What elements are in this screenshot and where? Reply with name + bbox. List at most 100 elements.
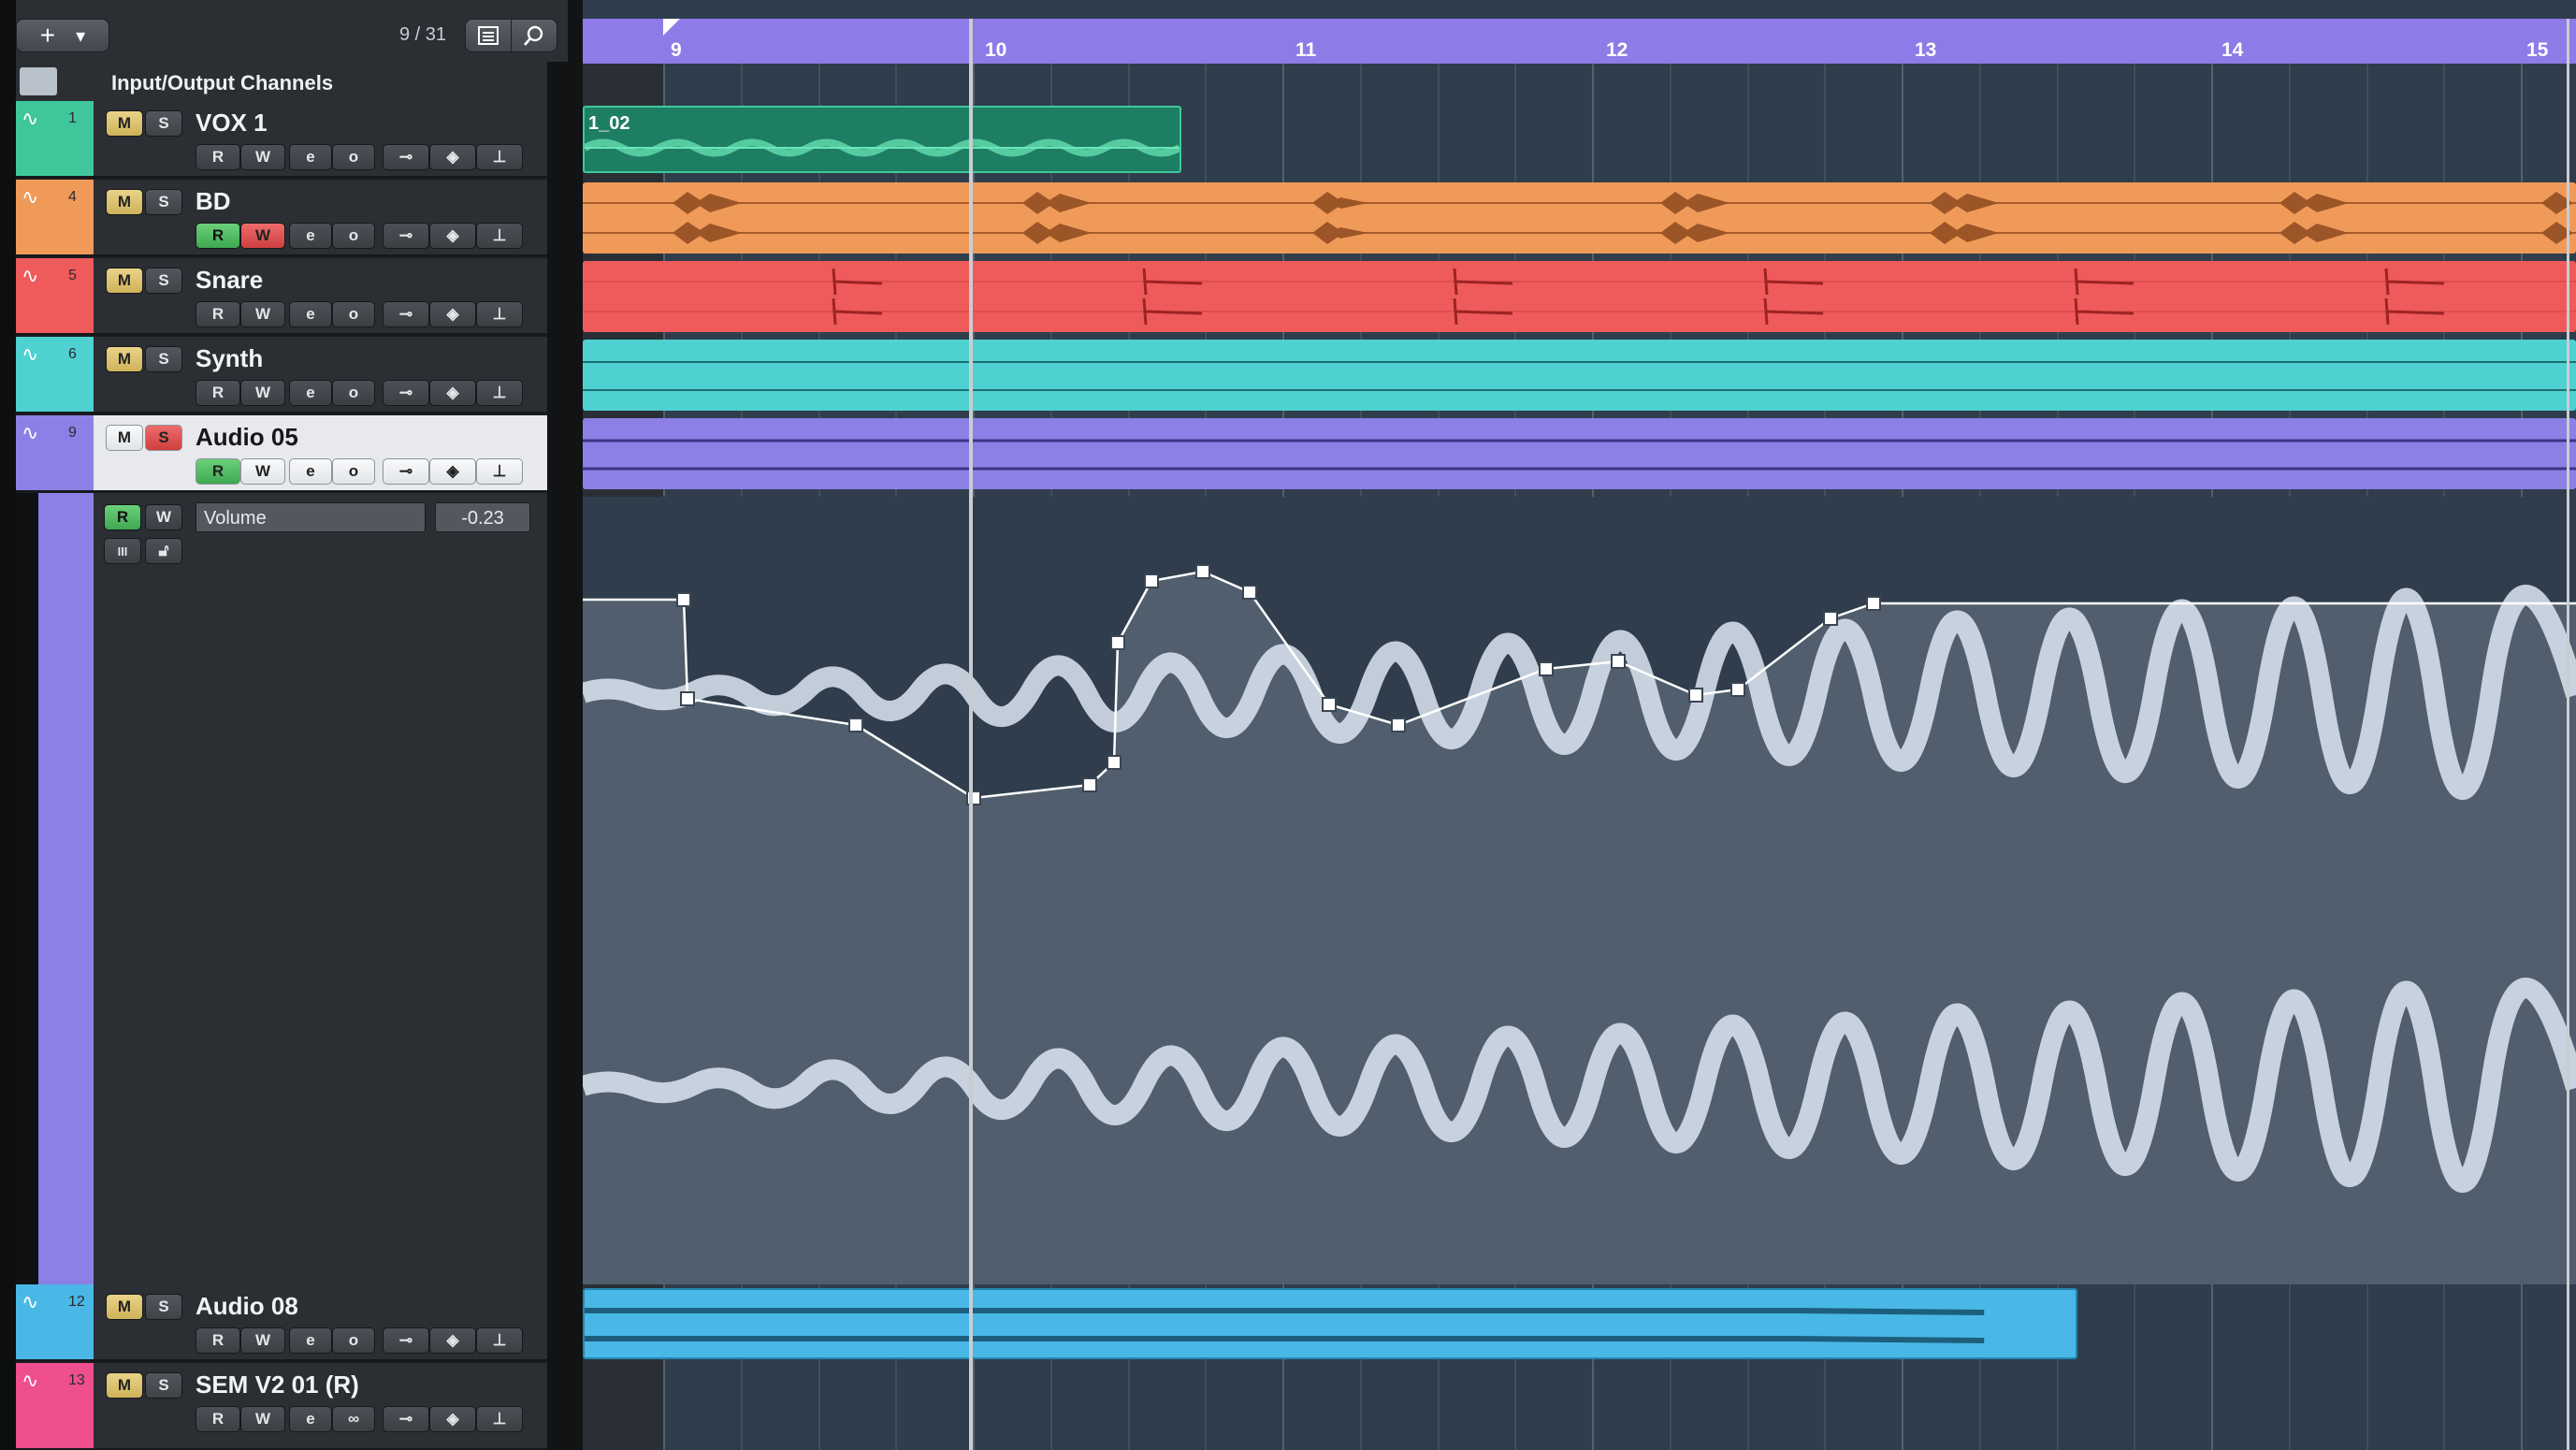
automation-point[interactable] bbox=[1322, 697, 1337, 712]
volume-automation-curve[interactable] bbox=[583, 497, 2576, 1284]
write-automation-button[interactable]: W bbox=[240, 380, 285, 406]
unlock-icon[interactable]: 🔓︎ bbox=[145, 538, 182, 564]
automation-point[interactable] bbox=[1107, 755, 1122, 770]
lock-icon[interactable]: ⊸ bbox=[383, 301, 429, 327]
input-output-channels-folder[interactable]: Input/Output Channels bbox=[16, 62, 568, 103]
project-cursor[interactable] bbox=[969, 19, 973, 1450]
track-name[interactable]: VOX 1 bbox=[195, 109, 268, 138]
automation-icon[interactable]: ◈ bbox=[429, 144, 476, 170]
audio-event-vox1[interactable]: 1_02 bbox=[583, 106, 1181, 173]
automation-point[interactable] bbox=[1730, 682, 1745, 697]
automation-point[interactable] bbox=[1144, 573, 1159, 588]
track-sem-v2[interactable]: ∿ 13 M S SEM V2 01 (R) R W e ∞ ⊸ ◈ ⊥ bbox=[16, 1363, 568, 1450]
edit-channel-button[interactable]: e bbox=[289, 458, 332, 485]
track-audio05[interactable]: ∿ 9 M S Audio 05 R W e o ⊸ ◈ ⊥ bbox=[16, 415, 568, 492]
read-automation-button[interactable]: R bbox=[195, 223, 240, 249]
automation-value-field[interactable]: -0.23 bbox=[435, 502, 530, 532]
monitor-button[interactable]: o bbox=[332, 380, 375, 406]
automation-point[interactable] bbox=[1688, 688, 1703, 703]
lanes-icon[interactable]: ⊥ bbox=[476, 223, 523, 249]
edit-channel-button[interactable]: e bbox=[289, 144, 332, 170]
mute-button[interactable]: M bbox=[106, 1372, 143, 1399]
automation-icon[interactable]: ◈ bbox=[429, 223, 476, 249]
solo-button[interactable]: S bbox=[145, 268, 182, 294]
timeline-ruler[interactable]: 9 10 11 12 13 14 15 bbox=[583, 19, 2576, 64]
automation-icon[interactable]: ◈ bbox=[429, 301, 476, 327]
lock-icon[interactable]: ⊸ bbox=[383, 458, 429, 485]
automation-lane[interactable] bbox=[583, 497, 2576, 1284]
solo-button[interactable]: S bbox=[145, 346, 182, 372]
track-name[interactable]: Snare bbox=[195, 266, 263, 295]
left-locator-marker[interactable] bbox=[663, 19, 680, 36]
automation-icon[interactable]: ◈ bbox=[429, 380, 476, 406]
automation-icon[interactable]: ◈ bbox=[429, 1327, 476, 1354]
edit-channel-button[interactable]: e bbox=[289, 1406, 332, 1432]
mute-button[interactable]: M bbox=[106, 1294, 143, 1320]
write-automation-button[interactable]: W bbox=[240, 144, 285, 170]
automation-track-volume[interactable]: R W III 🔓︎ Volume -0.23 bbox=[16, 493, 568, 1286]
read-automation-button[interactable]: R bbox=[195, 458, 240, 485]
automation-point[interactable] bbox=[1195, 564, 1210, 579]
splitter[interactable] bbox=[568, 0, 583, 1450]
automation-lanes-button[interactable]: III bbox=[104, 538, 141, 564]
lock-icon[interactable]: ⊸ bbox=[383, 1327, 429, 1354]
automation-icon[interactable]: ◈ bbox=[429, 1406, 476, 1432]
automation-parameter-select[interactable]: Volume bbox=[195, 502, 426, 532]
automation-point[interactable] bbox=[1866, 596, 1881, 611]
track-name[interactable]: Audio 08 bbox=[195, 1292, 298, 1321]
automation-write-button[interactable]: W bbox=[145, 504, 182, 530]
audio-event-snare[interactable] bbox=[583, 261, 2576, 332]
audio-event-synth[interactable] bbox=[583, 340, 2576, 411]
project-event-display[interactable]: 9 10 11 12 13 14 15 1_02 bbox=[583, 0, 2576, 1450]
read-automation-button[interactable]: R bbox=[195, 1327, 240, 1354]
solo-button[interactable]: S bbox=[145, 1372, 182, 1399]
track-name[interactable]: SEM V2 01 (R) bbox=[195, 1370, 359, 1399]
monitor-button[interactable]: o bbox=[332, 223, 375, 249]
lanes-icon[interactable]: ⊥ bbox=[476, 1327, 523, 1354]
mute-button[interactable]: M bbox=[106, 268, 143, 294]
automation-point[interactable] bbox=[1611, 654, 1626, 669]
read-automation-button[interactable]: R bbox=[195, 380, 240, 406]
lock-icon[interactable]: ⊸ bbox=[383, 380, 429, 406]
audio-event-bd[interactable] bbox=[583, 182, 2576, 254]
track-synth[interactable]: ∿ 6 M S Synth R W e o ⊸ ◈ ⊥ bbox=[16, 337, 568, 413]
automation-point[interactable] bbox=[1082, 777, 1097, 792]
lanes-icon[interactable]: ⊥ bbox=[476, 301, 523, 327]
automation-point[interactable] bbox=[1110, 635, 1125, 650]
edit-channel-button[interactable]: e bbox=[289, 223, 332, 249]
lock-icon[interactable]: ⊸ bbox=[383, 223, 429, 249]
automation-point[interactable] bbox=[1242, 585, 1257, 600]
automation-point[interactable] bbox=[848, 718, 863, 732]
monitor-button[interactable]: o bbox=[332, 301, 375, 327]
automation-read-button[interactable]: R bbox=[104, 504, 141, 530]
write-automation-button[interactable]: W bbox=[240, 458, 285, 485]
edit-channel-button[interactable]: e bbox=[289, 380, 332, 406]
lanes-icon[interactable]: ⊥ bbox=[476, 458, 523, 485]
audio-event-audio08[interactable] bbox=[583, 1288, 2077, 1359]
write-automation-button[interactable]: W bbox=[240, 223, 285, 249]
edit-channel-button[interactable]: e bbox=[289, 1327, 332, 1354]
track-name[interactable]: BD bbox=[195, 187, 231, 216]
lanes-icon[interactable]: ⊥ bbox=[476, 1406, 523, 1432]
lock-icon[interactable]: ⊸ bbox=[383, 1406, 429, 1432]
track-bd[interactable]: ∿ 4 M S BD R W e o ⊸ ◈ ⊥ bbox=[16, 180, 568, 256]
automation-point[interactable] bbox=[1823, 611, 1838, 626]
read-automation-button[interactable]: R bbox=[195, 301, 240, 327]
track-vox1[interactable]: ∿ 1 M S VOX 1 R W e o ⊸ ◈ ⊥ bbox=[16, 101, 568, 178]
write-automation-button[interactable]: W bbox=[240, 301, 285, 327]
monitor-button[interactable]: o bbox=[332, 458, 375, 485]
monitor-link-button[interactable]: ∞ bbox=[332, 1406, 375, 1432]
track-lanes[interactable]: 1_02 bbox=[583, 64, 2576, 1450]
automation-point[interactable] bbox=[1391, 718, 1406, 732]
track-name[interactable]: Audio 05 bbox=[195, 423, 298, 452]
mute-button[interactable]: M bbox=[106, 425, 143, 451]
write-automation-button[interactable]: W bbox=[240, 1327, 285, 1354]
add-track-button[interactable]: + ▾ bbox=[16, 19, 109, 52]
write-automation-button[interactable]: W bbox=[240, 1406, 285, 1432]
edit-channel-button[interactable]: e bbox=[289, 301, 332, 327]
automation-point[interactable] bbox=[1539, 661, 1554, 676]
audio-event-audio05[interactable] bbox=[583, 418, 2576, 489]
mute-button[interactable]: M bbox=[106, 110, 143, 137]
mute-button[interactable]: M bbox=[106, 189, 143, 215]
automation-point[interactable] bbox=[676, 592, 691, 607]
